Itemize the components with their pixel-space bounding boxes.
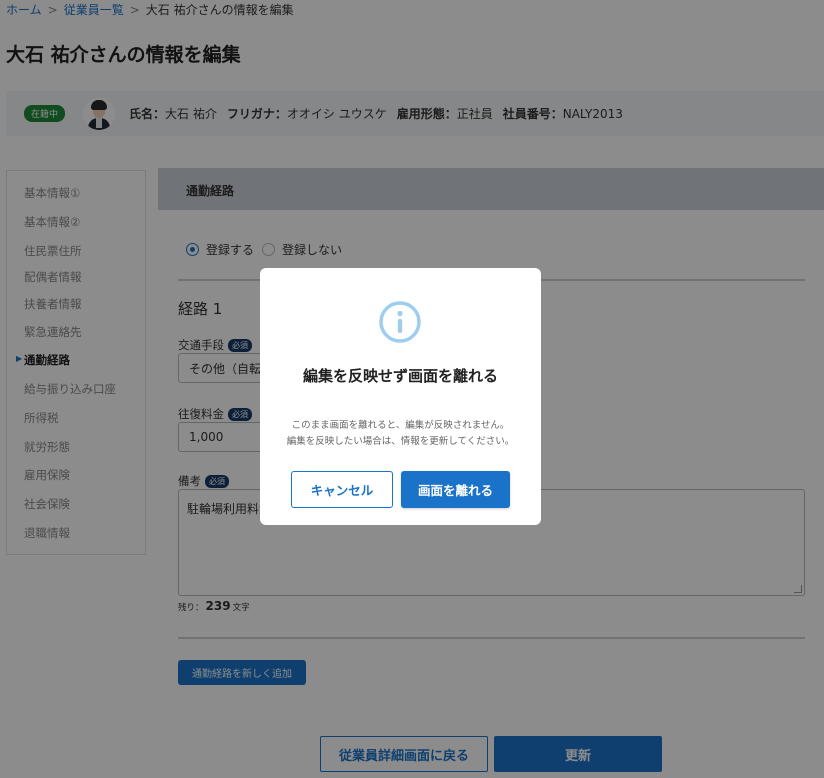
info-circle-icon xyxy=(379,301,421,343)
dialog-title: 編集を反映せず画面を離れる xyxy=(302,367,498,385)
dialog-message-line1: このまま画面を離れると、編集が反映されません。 xyxy=(291,420,510,431)
leave-confirm-dialog: 編集を反映せず画面を離れる このまま画面を離れると、編集が反映されません。 編集… xyxy=(260,268,541,525)
leave-page-button[interactable]: 画面を離れる xyxy=(401,471,510,508)
cancel-button[interactable]: キャンセル xyxy=(291,471,393,508)
dialog-message-line2: 編集を反映したい場合は、情報を更新してください。 xyxy=(286,436,515,447)
